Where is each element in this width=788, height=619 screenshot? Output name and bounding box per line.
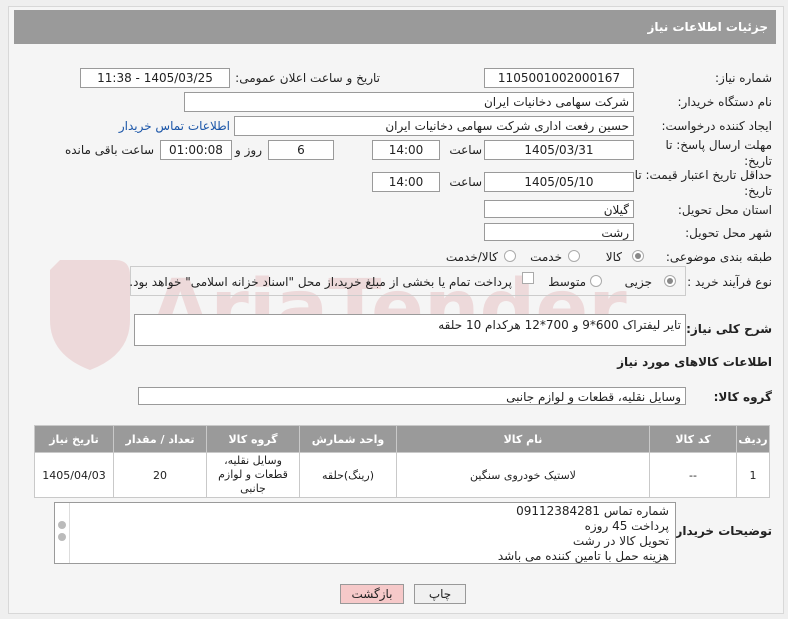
city-field: رشت (484, 223, 634, 241)
cell-row-num: 1 (736, 452, 770, 498)
buyer-notes-box[interactable]: شماره تماس 09112384281 پرداخت 45 روزه تح… (54, 502, 676, 564)
cell-need-date: 1405/04/03 (34, 452, 114, 498)
col-header-group: گروه کالا (206, 425, 300, 453)
buyer-note-line: شماره تماس 09112384281 (516, 504, 669, 518)
announce-field: 1405/03/25 - 11:38 (80, 68, 230, 88)
table-row: 1 -- لاستیک خودروی سنگین (رینگ)حلقه وسای… (34, 452, 770, 498)
process-radio-minor[interactable] (664, 275, 676, 287)
category-option-goods: کالا (605, 250, 622, 264)
buyer-note-line: تحویل کالا در رشت (572, 534, 669, 548)
days-field: 6 (268, 140, 334, 160)
buyer-notes-label: توضیحات خریدار: (670, 524, 772, 538)
city-label: شهر محل تحویل: (685, 226, 772, 240)
print-button[interactable]: چاپ (414, 584, 466, 604)
scroll-dot-icon (58, 533, 66, 541)
creator-field: حسین رفعت اداری شرکت سهامی دخانیات ایران (234, 116, 634, 136)
days-label: روز و (235, 143, 262, 157)
watermark-shield-icon (50, 260, 130, 370)
deadline-time-field: 14:00 (372, 140, 440, 160)
process-radio-medium[interactable] (590, 275, 602, 287)
col-header-code: کد کالا (649, 425, 737, 453)
goods-table: ردیف کد کالا نام کالا واحد شمارش گروه کا… (34, 425, 770, 498)
category-radio-goods[interactable] (632, 250, 644, 262)
cell-name: لاستیک خودروی سنگین (396, 452, 650, 498)
description-label: شرح کلی نیاز: (686, 322, 772, 336)
min-validity-label: حداقل تاریخ اعتبار قیمت: تا تاریخ: (634, 168, 772, 198)
province-field: گیلان (484, 200, 634, 218)
cell-code: -- (649, 452, 737, 498)
goods-info-title: اطلاعات کالاهای مورد نیاز (617, 355, 772, 369)
goods-group-label: گروه کالا: (713, 390, 772, 404)
category-label: طبقه بندی موضوعی: (665, 250, 772, 264)
need-number-field: 1105001002000167 (484, 68, 634, 88)
announce-label: تاریخ و ساعت اعلان عمومی: (235, 71, 380, 85)
col-header-need-date: تاریخ نیاز (34, 425, 114, 453)
process-label: نوع فرآیند خرید : (687, 275, 772, 289)
back-button[interactable]: بازگشت (340, 584, 404, 604)
treasury-payment-note: پرداخت تمام یا بخشی از مبلغ خرید،از محل … (129, 275, 512, 289)
category-radio-service[interactable] (568, 250, 580, 262)
cell-quantity: 20 (113, 452, 207, 498)
remaining-label: ساعت باقی مانده (64, 143, 154, 157)
category-option-goods-service: کالا/خدمت (445, 250, 498, 264)
buyer-org-field: شرکت سهامی دخانیات ایران (184, 92, 634, 112)
buyer-note-line: پرداخت 45 روزه (584, 519, 669, 533)
col-header-quantity: تعداد / مقدار (113, 425, 207, 453)
buyer-note-line: هزینه حمل با تامین کننده می باشد (497, 549, 669, 563)
table-header-row: ردیف کد کالا نام کالا واحد شمارش گروه کا… (34, 425, 770, 453)
deadline-label: مهلت ارسال پاسخ: تا تاریخ: (665, 138, 772, 168)
notes-scrollbar[interactable] (55, 503, 70, 563)
description-field: تایر لیفتراک 600*9 و 700*12 هرکدام 10 حل… (134, 314, 686, 346)
goods-group-field: وسایل نقلیه، قطعات و لوازم جانبی (138, 387, 686, 405)
validity-time-field: 14:00 (372, 172, 440, 192)
col-header-row-num: ردیف (736, 425, 770, 453)
validity-time-label: ساعت (449, 175, 482, 189)
page-title: جزئیات اطلاعات نیاز (14, 10, 776, 44)
need-number-label: شماره نیاز: (715, 71, 772, 85)
remaining-time-field: 01:00:08 (160, 140, 232, 160)
creator-label: ایجاد کننده درخواست: (661, 119, 772, 133)
contact-info-link[interactable]: اطلاعات تماس خریدار (119, 119, 230, 133)
cell-unit: (رینگ)حلقه (299, 452, 397, 498)
process-option-minor: جزیی (624, 275, 652, 289)
treasury-payment-checkbox[interactable] (522, 272, 534, 284)
process-option-medium: متوسط (548, 275, 586, 289)
col-header-unit: واحد شمارش (299, 425, 397, 453)
category-radio-goods-service[interactable] (504, 250, 516, 262)
category-option-service: خدمت (530, 250, 562, 264)
scroll-dot-icon (58, 521, 66, 529)
cell-group: وسایل نقلیه، قطعات و لوازم جانبی (206, 452, 300, 498)
col-header-name: نام کالا (396, 425, 650, 453)
buyer-org-label: نام دستگاه خریدار: (677, 95, 773, 109)
validity-date-field: 1405/05/10 (484, 172, 634, 192)
province-label: استان محل تحویل: (677, 203, 772, 217)
deadline-date-field: 1405/03/31 (484, 140, 634, 160)
deadline-time-label: ساعت (449, 143, 482, 157)
